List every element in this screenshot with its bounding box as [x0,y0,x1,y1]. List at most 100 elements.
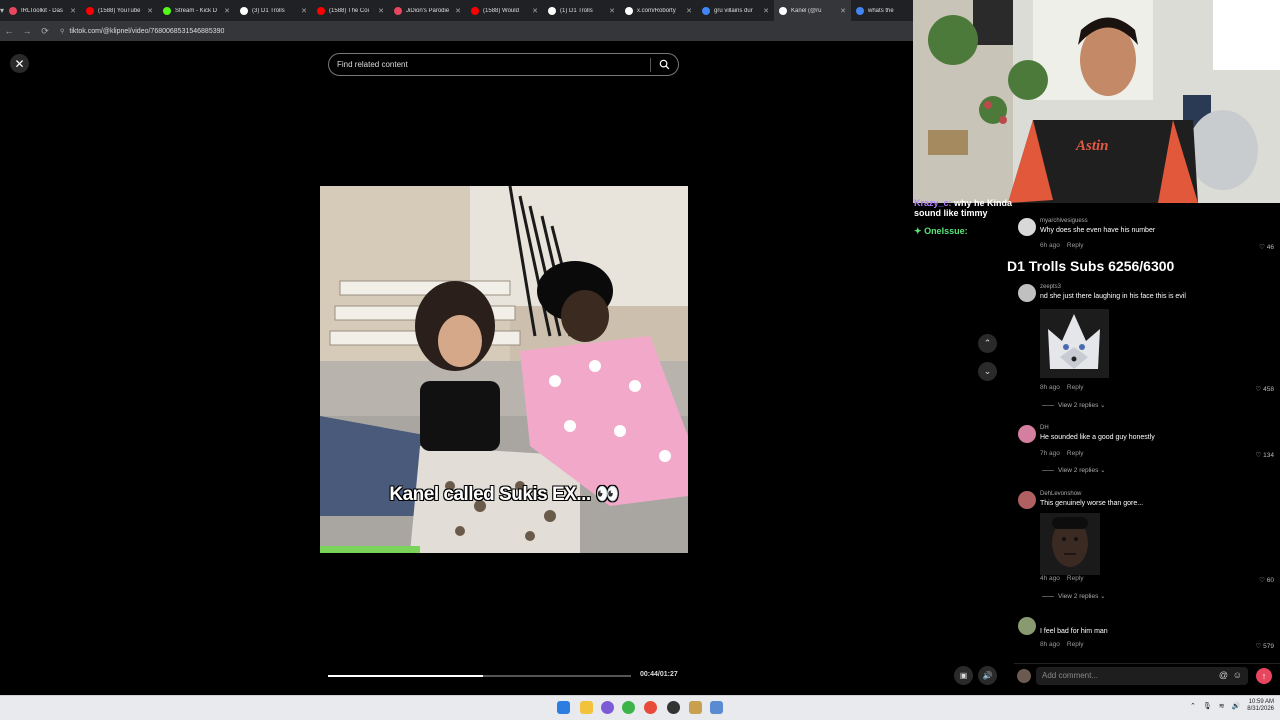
app-icon[interactable] [601,701,614,714]
tab-close-icon[interactable]: ✕ [840,7,846,15]
clock[interactable]: 10:59 AM 8/31/2026 [1247,699,1274,713]
browser-tab[interactable]: JiDion's Parodie ✕ [389,0,466,21]
view-replies-button[interactable]: View 2 replies ⌄ [1042,466,1106,474]
video-caption: Kanel called Sukis EX... 👀 [389,484,619,505]
tab-close-icon[interactable]: ✕ [301,7,307,15]
volume-icon[interactable]: 🔊 [978,666,997,685]
start-icon[interactable] [557,701,570,714]
post-comment-button[interactable]: ↑ [1256,668,1272,684]
comment-image[interactable] [1040,309,1109,378]
view-replies-button[interactable]: View 2 replies ⌄ [1042,401,1106,409]
microphone-icon[interactable]: 🎙 [1203,702,1212,710]
comment-age: 6h ago [1040,242,1060,249]
chevron-up-icon[interactable]: ⌃ [1190,702,1196,710]
tab-close-icon[interactable]: ✕ [378,7,384,15]
browser-tab[interactable]: IRLToolkit - Das ✕ [4,0,81,21]
app-icon[interactable] [667,701,680,714]
wolf-sticker-image [1040,309,1109,378]
comment-image[interactable] [1040,513,1100,575]
avatar[interactable] [1018,425,1036,443]
browser-tab[interactable]: Stream - Kick D ✕ [158,0,235,21]
like-button[interactable]: ♡ 134 [1256,451,1275,459]
like-count: 134 [1263,452,1274,459]
url-field[interactable]: ⚲ tiktok.com/@klipnel/video/768006853154… [60,28,224,35]
chevron-down-icon: ⌄ [1100,467,1106,474]
avatar[interactable] [1018,617,1036,635]
tab-label: (3) D1 Trolls [252,7,285,14]
search-icon[interactable] [659,59,670,70]
browser-tab[interactable]: (1588) YouTube ✕ [81,0,158,21]
comment-text: I feel bad for him man [1040,628,1108,635]
comment-user[interactable]: myarchivesiguess [1040,218,1088,224]
browser-tab[interactable]: (1588) The Coi ✕ [312,0,389,21]
browser-tab[interactable]: Kanel (@ru ✕ [774,0,852,21]
chevron-down-icon: ⌄ [1100,593,1106,600]
back-arrow-icon[interactable]: ← [0,26,18,36]
previous-video-button[interactable]: ⌃ [978,334,997,353]
tab-close-icon[interactable]: ✕ [70,7,76,15]
comment-meta: 8h ago Reply [1040,384,1084,391]
tab-label: JiDion's Parodie [406,7,450,14]
video-progress-bar[interactable] [328,675,631,677]
tab-close-icon[interactable]: ✕ [609,7,615,15]
file-explorer-icon[interactable] [580,701,593,714]
comment-user[interactable]: DehLevonshow [1040,491,1081,497]
tab-close-icon[interactable]: ✕ [147,7,153,15]
reply-button[interactable]: Reply [1067,575,1084,582]
comment-text: This genuinely worse than gore... [1040,500,1144,507]
tab-label: (1588) YouTube [98,7,141,14]
site-info-icon[interactable]: ⚲ [60,28,64,35]
tab-close-icon[interactable]: ✕ [224,7,230,15]
avatar[interactable] [1018,284,1036,302]
wifi-icon[interactable]: ≋ [1219,702,1225,710]
heart-icon: ♡ [1255,386,1262,393]
avatar[interactable] [1018,218,1036,236]
reply-button[interactable]: Reply [1067,242,1084,249]
like-button[interactable]: ♡ 60 [1259,576,1274,584]
comment-user[interactable]: zeepts3 [1040,284,1061,290]
view-replies-button[interactable]: View 2 replies ⌄ [1042,592,1106,600]
emoji-icon[interactable]: ☺ [1233,670,1242,680]
pip-icon[interactable]: ▣ [954,666,973,685]
like-button[interactable]: ♡ 458 [1256,385,1275,393]
avatar[interactable] [1018,491,1036,509]
tab-favicon-icon [317,6,326,15]
reply-button[interactable]: Reply [1067,641,1084,648]
reload-icon[interactable]: ⟳ [36,26,54,37]
tab-label: (1588) The Coi [329,7,369,14]
comment-age: 7h ago [1040,450,1060,457]
app-icon[interactable] [689,701,702,714]
tab-close-icon[interactable]: ✕ [532,7,538,15]
search-input[interactable]: Find related content [328,53,679,76]
browser-tab[interactable]: gru villains dur ✕ [697,0,774,21]
video-time: 00:44/01:27 [640,671,678,678]
tab-close-icon[interactable]: ✕ [686,7,692,15]
mention-icon[interactable]: @ [1219,670,1228,680]
browser-tab[interactable]: x.com/Roborty ✕ [620,0,697,21]
forward-arrow-icon[interactable]: → [18,26,36,36]
reply-button[interactable]: Reply [1067,450,1084,457]
tab-bar: ▾ IRLToolkit - Das ✕ (1588) YouTube ✕ Stream… [0,0,923,21]
browser-tab[interactable]: (1) D1 Trolls ✕ [543,0,620,21]
reply-button[interactable]: Reply [1067,384,1084,391]
comment-meta: 6h ago Reply [1040,242,1084,249]
comment-user[interactable]: DH [1040,425,1049,431]
next-video-button[interactable]: ⌄ [978,362,997,381]
chrome-icon[interactable] [644,701,657,714]
app-icon[interactable] [710,701,723,714]
tab-close-icon[interactable]: ✕ [455,7,461,15]
close-icon[interactable]: ✕ [10,54,29,73]
comment-meta: 7h ago Reply [1040,450,1084,457]
volume-icon[interactable]: 🔊 [1232,702,1241,710]
tab-close-icon[interactable]: ✕ [763,7,769,15]
browser-tab[interactable]: (1588) Would ✕ [466,0,543,21]
view-replies-label: View 2 replies [1058,402,1099,409]
like-button[interactable]: ♡ 46 [1259,243,1274,251]
comment-item: DehLevonshow This genuinely worse than g… [1018,491,1274,603]
app-icon[interactable] [622,701,635,714]
browser-tab[interactable]: (3) D1 Trolls ✕ [235,0,312,21]
add-comment-input[interactable]: Add comment... @ ☺ [1036,667,1248,685]
comment-text: nd she just there laughing in his face t… [1040,293,1186,300]
add-comment-bar: Add comment... @ ☺ ↑ [1014,663,1280,686]
like-button[interactable]: ♡ 579 [1256,642,1275,650]
